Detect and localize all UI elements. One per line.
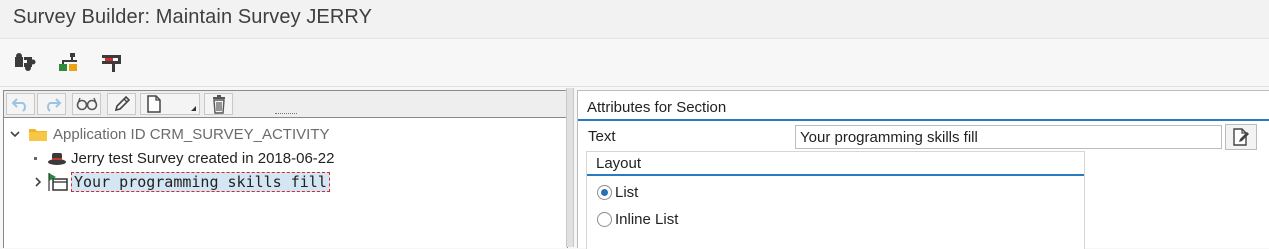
edit-document-icon [1233, 128, 1249, 146]
folder-icon [29, 129, 47, 141]
edit-button[interactable] [107, 93, 136, 115]
undo-button[interactable] [6, 93, 35, 115]
text-field-label: Text [588, 128, 616, 145]
layout-group-title: Layout [596, 155, 642, 172]
radio-inline-list[interactable] [597, 211, 612, 227]
pencil-icon [114, 95, 130, 112]
tree-node-survey-label: Jerry test Survey created in 2018-06-22 [71, 149, 335, 167]
application-toolbar [0, 39, 1269, 87]
puzzle-icon [15, 53, 36, 71]
undo-icon [11, 98, 26, 112]
layout-option-inline-list[interactable]: Inline List [597, 209, 678, 229]
hierarchy-button[interactable] [53, 49, 83, 75]
hierarchy-icon [59, 53, 77, 71]
survey-hat-icon [48, 153, 66, 165]
section-icon [48, 173, 68, 191]
create-document-icon [147, 95, 161, 113]
puzzle-button[interactable] [10, 49, 40, 75]
layout-group: Layout List Inline List [586, 151, 1085, 249]
tree-root-node[interactable]: Application ID CRM_SURVEY_ACTIVITY [8, 123, 329, 145]
text-field[interactable] [795, 125, 1222, 149]
tool-button[interactable] [96, 49, 126, 75]
layout-group-header: Layout [587, 152, 1084, 176]
radio-list[interactable] [597, 184, 612, 200]
chevron-right-icon[interactable] [32, 175, 44, 189]
page-title: Survey Builder: Maintain Survey JERRY [13, 6, 373, 28]
title-bar: Survey Builder: Maintain Survey JERRY [0, 0, 1269, 39]
attributes-panel: Attributes for Section Text Layout List … [577, 90, 1269, 249]
tree-root-label: Application ID CRM_SURVEY_ACTIVITY [53, 125, 330, 143]
tree-toolbar [4, 91, 567, 118]
layout-option-list-label: List [615, 183, 639, 201]
resize-grip[interactable] [275, 113, 297, 117]
create-dropdown-button[interactable] [140, 93, 200, 115]
leaf-bullet-icon [34, 156, 37, 160]
redo-button[interactable] [37, 93, 66, 115]
tree-node-section-label: Your programming skills fill [71, 172, 330, 192]
attributes-title: Attributes for Section [587, 99, 727, 116]
layout-option-inline-list-label: Inline List [615, 210, 679, 228]
panel-splitter[interactable] [566, 88, 574, 247]
display-button[interactable] [72, 93, 101, 115]
layout-option-list[interactable]: List [597, 182, 638, 202]
attributes-header: Attributes for Section [578, 91, 1269, 121]
tree-panel: Application ID CRM_SURVEY_ACTIVITY Jerry… [3, 90, 568, 248]
delete-button[interactable] [204, 93, 233, 115]
redo-icon [46, 98, 61, 112]
edit-text-button[interactable] [1225, 124, 1257, 150]
dropdown-arrow-icon [191, 106, 196, 111]
chevron-down-icon[interactable] [8, 127, 22, 141]
tree-node-survey[interactable]: Jerry test Survey created in 2018-06-22 [34, 147, 334, 169]
tool-icon [102, 55, 121, 72]
delete-icon [212, 95, 225, 114]
tree-node-section[interactable]: Your programming skills fill [32, 171, 330, 193]
display-glasses-icon [76, 97, 97, 111]
